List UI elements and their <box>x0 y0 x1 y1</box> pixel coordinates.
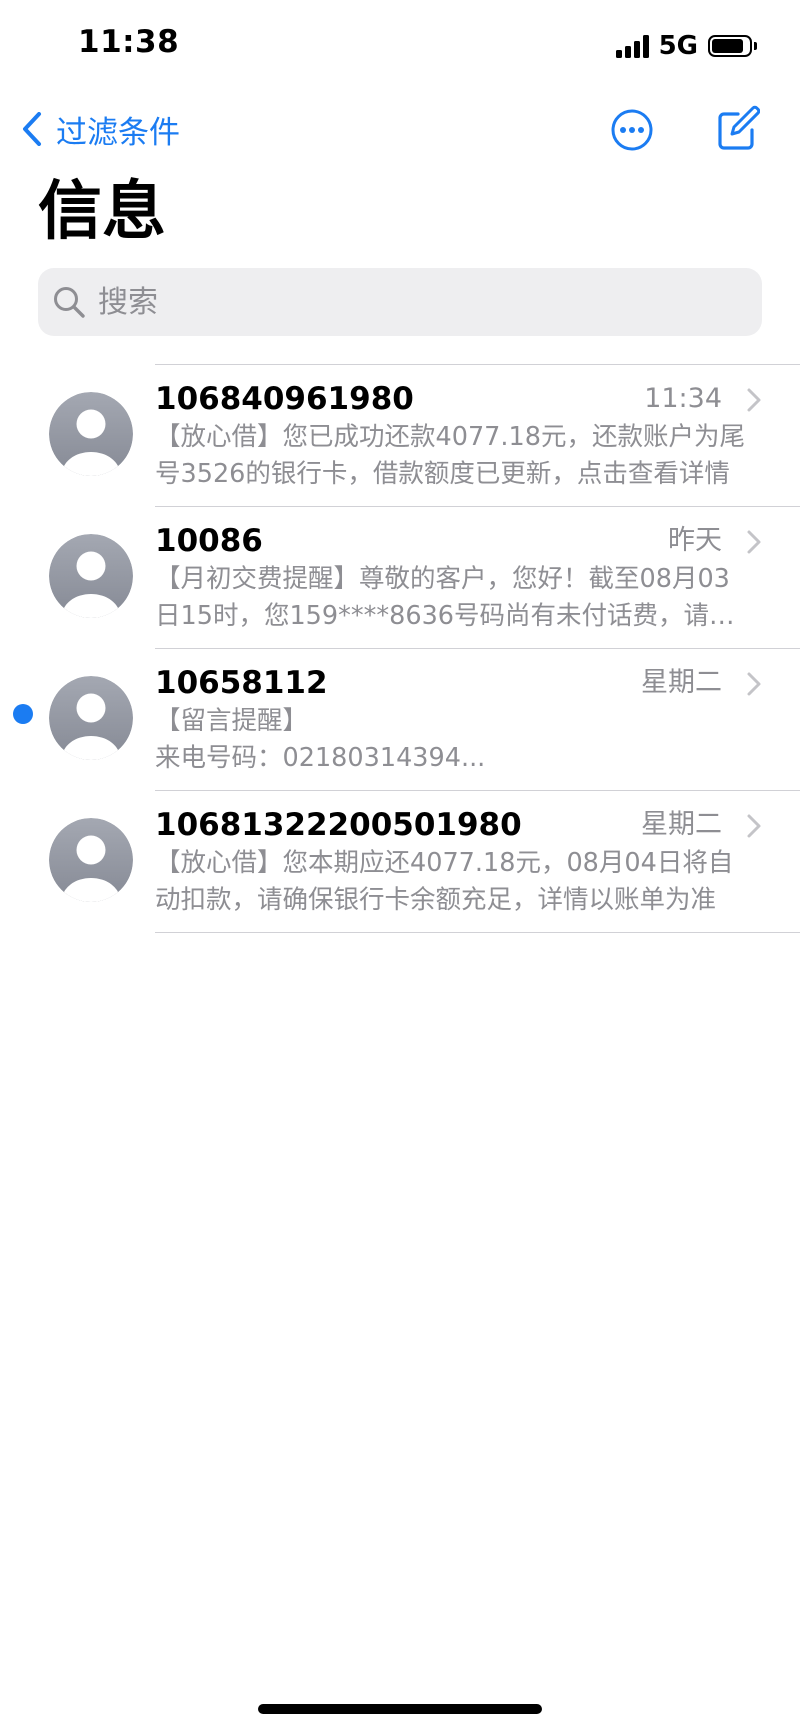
chevron-right-icon <box>747 388 761 412</box>
network-type-label: 5G <box>658 31 698 61</box>
chevron-right-icon <box>747 814 761 838</box>
conversation-list: 106840961980 11:34 【放心借】您已成功还款4077.18元，还款账… <box>0 364 800 933</box>
conversation-row[interactable]: 10681322200501980 星期二【放心借】您本期应还4077.18元，0… <box>0 791 800 932</box>
chevron-right-icon <box>747 530 761 554</box>
chevron-right-icon <box>747 672 761 696</box>
conversation-sender: 10658112 <box>155 665 328 701</box>
home-indicator[interactable] <box>258 1704 542 1714</box>
row-divider <box>155 932 800 933</box>
avatar <box>49 676 133 760</box>
conversation-preview: 【月初交费提醒】尊敬的客户，您好！截至08月03日15时，您159****863… <box>155 564 735 631</box>
more-options-button[interactable] <box>610 108 654 152</box>
back-filter-button[interactable]: 过滤条件 <box>22 104 180 154</box>
conversation-row[interactable]: 10658112 星期二【留言提醒】 来电号码：02180314394... <box>0 649 800 790</box>
conversation-date: 11:34 <box>644 383 722 414</box>
battery-level-fill <box>712 39 743 53</box>
conversation-preview: 【放心借】您已成功还款4077.18元，还款账户为尾号3526的银行卡，借款额度… <box>155 422 745 489</box>
person-silhouette-icon <box>49 534 133 618</box>
person-silhouette-icon <box>49 676 133 760</box>
unread-indicator <box>13 704 33 724</box>
conversation-date: 星期二 <box>641 667 722 698</box>
chevron-left-icon <box>23 112 41 146</box>
compose-icon <box>718 105 761 150</box>
search-bar[interactable] <box>38 268 762 336</box>
back-button-label: 过滤条件 <box>56 114 180 151</box>
conversation-preview: 【留言提醒】 来电号码：02180314394... <box>155 706 486 773</box>
compose-button[interactable] <box>716 104 761 152</box>
person-silhouette-icon <box>49 818 133 902</box>
conversation-sender: 10681322200501980 <box>155 807 522 843</box>
conversation-sender: 10086 <box>155 523 263 559</box>
status-time: 11:38 <box>78 24 180 60</box>
conversation-sender: 106840961980 <box>155 381 414 417</box>
battery-icon <box>708 35 757 57</box>
conversation-date: 星期二 <box>641 809 722 840</box>
conversation-date: 昨天 <box>668 525 722 556</box>
avatar <box>49 818 133 902</box>
conversation-row[interactable]: 106840961980 11:34 【放心借】您已成功还款4077.18元，还款账… <box>0 365 800 506</box>
conversation-preview: 【放心借】您本期应还4077.18元，08月04日将自动扣款，请确保银行卡余额充… <box>155 848 734 915</box>
avatar <box>49 534 133 618</box>
status-bar: 11:38 5G <box>0 0 800 90</box>
status-indicators: 5G <box>615 30 757 62</box>
search-input[interactable] <box>96 283 740 321</box>
magnifying-glass-icon <box>54 287 85 318</box>
page-title: 信息 <box>38 175 166 249</box>
ellipsis-circle-icon <box>611 109 653 151</box>
person-silhouette-icon <box>49 392 133 476</box>
avatar <box>49 392 133 476</box>
battery-cap <box>754 42 757 50</box>
cellular-signal-icon <box>615 34 649 58</box>
conversation-row[interactable]: 10086 昨天【月初交费提醒】尊敬的客户，您好！截至08月03日15时，您159… <box>0 507 800 648</box>
